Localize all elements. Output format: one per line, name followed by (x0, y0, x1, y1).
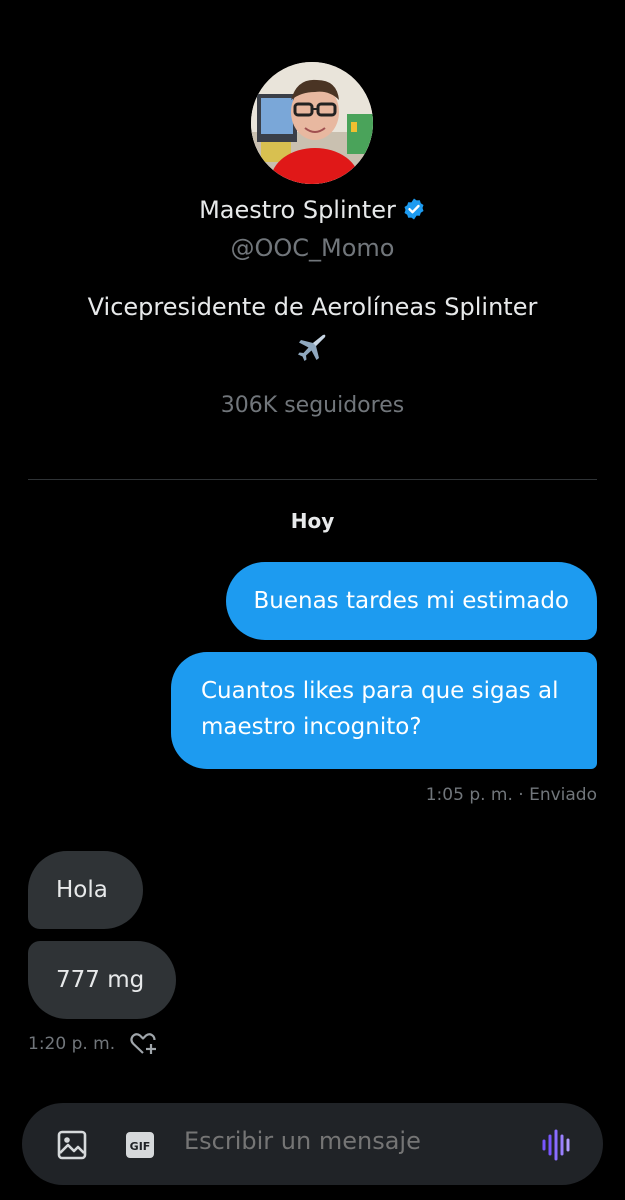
message-text: Hola (56, 877, 108, 903)
profile-name[interactable]: Maestro Splinter (199, 196, 396, 224)
message-timestamp: 1:20 p. m. (28, 1034, 116, 1054)
message-incoming[interactable]: 777 mg (28, 941, 176, 1019)
message-meta: 1:20 p. m. (28, 1031, 159, 1057)
gif-icon[interactable]: GIF (124, 1129, 156, 1161)
followers-count[interactable]: 306K seguidores (0, 393, 625, 418)
profile-handle: @OOC_Momo (230, 234, 395, 262)
airplane-icon (298, 334, 326, 361)
message-text: Buenas tardes mi estimado (253, 588, 570, 614)
message-text: 777 mg (56, 967, 145, 993)
avatar[interactable] (251, 62, 373, 184)
message-timestamp: 1:05 p. m. · Enviado (425, 785, 597, 805)
date-separator: Hoy (290, 509, 335, 533)
image-icon[interactable] (56, 1129, 88, 1161)
message-composer: GIF (22, 1103, 603, 1185)
profile-name-row: Maestro Splinter (0, 196, 625, 224)
message-input[interactable] (184, 1127, 524, 1155)
message-incoming[interactable]: Hola (28, 851, 143, 929)
divider (28, 479, 597, 480)
profile-bio: Vicepresidente de Aerolíneas Splinter (87, 293, 538, 321)
svg-text:GIF: GIF (130, 1140, 151, 1153)
message-text: Cuantos likes para que sigas al maestro … (201, 678, 559, 740)
message-outgoing[interactable]: Cuantos likes para que sigas al maestro … (171, 652, 597, 769)
verified-badge-icon (404, 198, 424, 220)
voice-message-icon[interactable] (540, 1127, 576, 1163)
message-outgoing[interactable]: Buenas tardes mi estimado (225, 562, 597, 640)
add-reaction-icon[interactable] (129, 1031, 159, 1057)
